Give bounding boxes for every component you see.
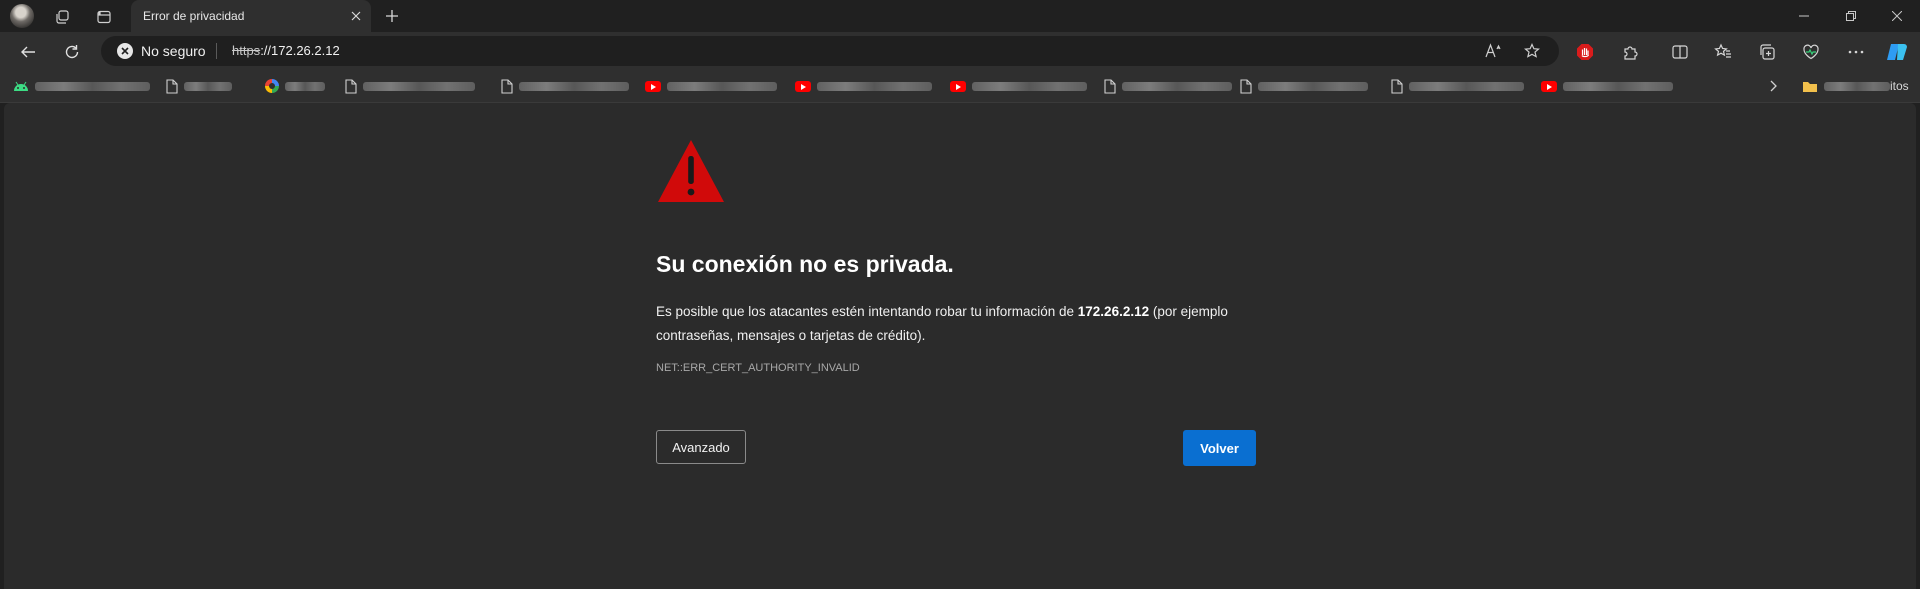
- not-secure-icon: [117, 43, 133, 59]
- bookmark-item[interactable]: [166, 78, 232, 94]
- navigation-toolbar: No seguro https://172.26.2.12: [0, 32, 1920, 70]
- obscured-label: [1258, 81, 1368, 91]
- page-icon: [501, 78, 513, 94]
- description-text: Es posible que los atacantes estén inten…: [656, 304, 1078, 319]
- bookmark-item[interactable]: [1391, 78, 1524, 94]
- new-tab-button[interactable]: [381, 5, 403, 27]
- bookmark-item[interactable]: [13, 78, 150, 94]
- read-aloud-icon[interactable]: [1483, 40, 1505, 62]
- obscured-label: [35, 81, 150, 91]
- page-icon: [166, 78, 178, 94]
- obscured-label: [1122, 81, 1232, 91]
- bookmark-item[interactable]: [645, 78, 777, 94]
- youtube-icon: [795, 80, 811, 92]
- restore-icon[interactable]: [1831, 4, 1871, 28]
- back-arrow-icon[interactable]: [15, 39, 41, 65]
- close-window-icon[interactable]: [1877, 4, 1917, 28]
- warning-triangle-icon: [658, 140, 724, 202]
- obscured-label: [184, 81, 232, 91]
- back-button[interactable]: Volver: [1183, 430, 1256, 466]
- bookmark-item[interactable]: [795, 78, 932, 94]
- obscured-label: [1563, 81, 1673, 91]
- more-options-icon[interactable]: [1843, 39, 1869, 65]
- obscured-label: [1824, 81, 1890, 91]
- obscured-label: [667, 81, 777, 91]
- favorites-icon[interactable]: [1710, 39, 1736, 65]
- folder-icon: [1803, 81, 1817, 92]
- vertical-tabs-icon[interactable]: [93, 6, 115, 28]
- obscured-label: [519, 81, 629, 91]
- url-text[interactable]: https://172.26.2.12: [232, 43, 340, 58]
- split-screen-icon[interactable]: [1667, 39, 1693, 65]
- folder-label-tail: itos: [1890, 79, 1909, 93]
- browser-essentials-icon[interactable]: [1798, 39, 1824, 65]
- address-bar[interactable]: No seguro https://172.26.2.12: [101, 36, 1559, 66]
- extensions-puzzle-icon[interactable]: [1618, 39, 1644, 65]
- copilot-icon[interactable]: [1884, 39, 1910, 65]
- other-favorites-folder[interactable]: itos: [1802, 78, 1909, 94]
- obscured-label: [363, 81, 475, 91]
- error-heading: Su conexión no es privada.: [656, 251, 954, 277]
- youtube-icon: [950, 80, 966, 92]
- bookmark-item[interactable]: [1541, 78, 1673, 94]
- error-code: NET::ERR_CERT_AUTHORITY_INVALID: [656, 362, 860, 374]
- advanced-button[interactable]: Avanzado: [656, 430, 746, 464]
- page-icon: [1240, 78, 1252, 94]
- collections-icon[interactable]: [1754, 39, 1780, 65]
- tab-strip: Error de privacidad: [0, 0, 1920, 32]
- add-favorite-star-icon[interactable]: [1521, 40, 1543, 62]
- more-bookmarks-chevron-icon[interactable]: [1768, 78, 1778, 94]
- bookmark-item[interactable]: [1104, 78, 1232, 94]
- youtube-icon: [645, 80, 661, 92]
- workspaces-icon[interactable]: [51, 6, 73, 28]
- obscured-label: [817, 81, 932, 91]
- obscured-label: [285, 81, 325, 91]
- bookmark-item[interactable]: [1240, 78, 1368, 94]
- security-label: No seguro: [141, 43, 206, 59]
- page-icon: [345, 78, 357, 94]
- site-info-button[interactable]: No seguro: [117, 42, 206, 60]
- profile-avatar[interactable]: [10, 4, 34, 28]
- android-icon: [14, 81, 28, 91]
- google-icon: [265, 79, 279, 93]
- tab-title: Error de privacidad: [143, 9, 245, 23]
- minimize-icon[interactable]: [1784, 4, 1824, 28]
- error-description: Es posible que los atacantes estén inten…: [656, 300, 1256, 348]
- favorites-bar: itos: [0, 70, 1920, 103]
- adblock-extension-icon[interactable]: [1572, 39, 1598, 65]
- bookmark-item[interactable]: [265, 78, 325, 94]
- host-name: 172.26.2.12: [1077, 304, 1150, 319]
- page-icon: [1391, 78, 1403, 94]
- page-icon: [1104, 78, 1116, 94]
- tab-active[interactable]: Error de privacidad: [131, 0, 371, 32]
- youtube-icon: [1541, 80, 1557, 92]
- url-host: ://172.26.2.12: [260, 43, 340, 58]
- refresh-icon[interactable]: [59, 39, 85, 65]
- bookmark-item[interactable]: [345, 78, 475, 94]
- bookmark-item[interactable]: [501, 78, 629, 94]
- bookmark-item[interactable]: [950, 78, 1087, 94]
- obscured-label: [972, 81, 1087, 91]
- url-scheme: https: [232, 43, 261, 58]
- address-separator: [216, 43, 217, 59]
- close-tab-icon[interactable]: [347, 7, 365, 25]
- obscured-label: [1409, 81, 1524, 91]
